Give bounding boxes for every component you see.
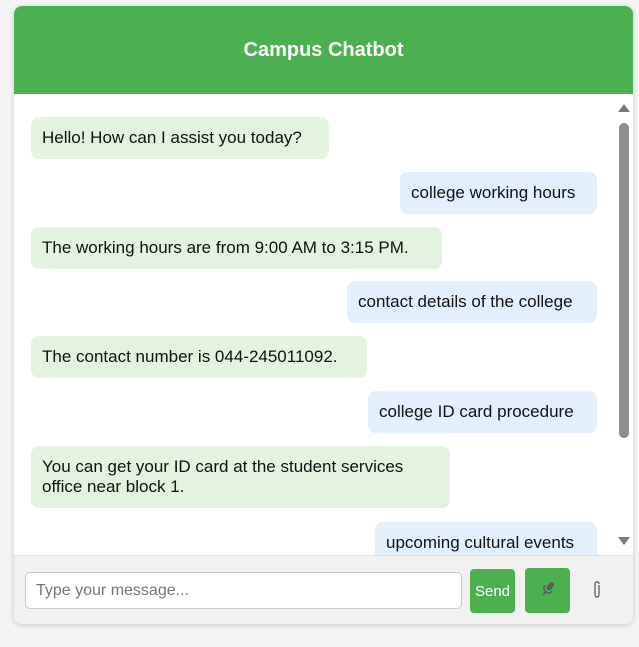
message-text: Hello! How can I assist you today? [42, 128, 302, 147]
mic-button[interactable] [525, 568, 570, 613]
message-list[interactable]: Hello! How can I assist you today? colle… [14, 94, 633, 555]
message-text: The contact number is 044-245011092. [42, 347, 338, 366]
message-text: college working hours [411, 183, 576, 202]
bot-message: Hello! How can I assist you today? [31, 117, 329, 159]
user-message: upcoming cultural events [375, 522, 597, 555]
scroll-thumb[interactable] [619, 123, 629, 438]
user-message: college working hours [400, 172, 597, 214]
user-message: contact details of the college [347, 281, 597, 323]
message-text: You can get your ID card at the student … [42, 457, 404, 496]
chat-header: Campus Chatbot [14, 6, 633, 94]
send-button[interactable]: Send [470, 569, 515, 613]
bot-message: You can get your ID card at the student … [31, 446, 450, 508]
user-message: college ID card procedure [368, 391, 597, 433]
scroll-down-arrow-icon[interactable] [618, 537, 630, 545]
message-scrollbar[interactable] [614, 94, 633, 555]
chat-window: Campus Chatbot Hello! How can I assist y… [14, 6, 633, 624]
message-input[interactable] [25, 572, 462, 609]
attach-button[interactable] [585, 579, 609, 603]
microphone-icon [539, 580, 557, 601]
input-bar: Send [14, 555, 633, 624]
scroll-up-arrow-icon[interactable] [618, 104, 630, 112]
paperclip-icon [590, 580, 604, 603]
message-text: The working hours are from 9:00 AM to 3:… [42, 238, 409, 257]
message-text: college ID card procedure [379, 402, 574, 421]
message-text: upcoming cultural events [386, 533, 575, 552]
bot-message: The working hours are from 9:00 AM to 3:… [31, 227, 442, 269]
bot-message: The contact number is 044-245011092. [31, 336, 367, 378]
chat-title: Campus Chatbot [243, 38, 404, 61]
message-text: contact details of the college [358, 292, 573, 311]
